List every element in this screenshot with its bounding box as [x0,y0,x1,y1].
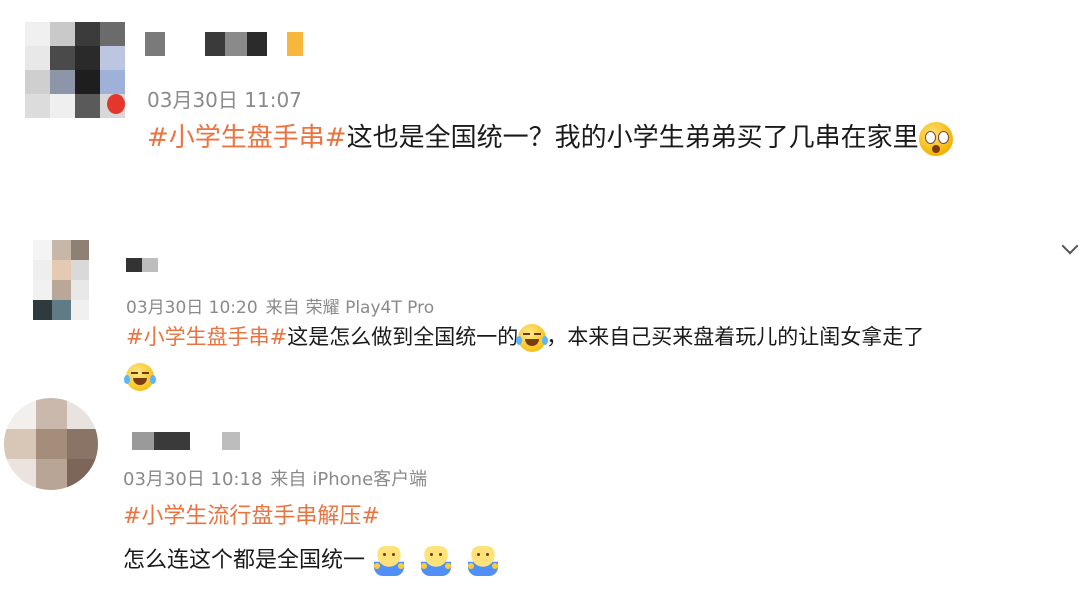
post-text-cont: ，本来自己买来盘着玩儿的让闺女拿走了 [546,325,925,349]
post-meta: 03月30日 10:18 来自 iPhone客户端 [123,465,427,491]
shrug-icon [374,546,405,576]
post-content-line2 [124,361,156,391]
shrug-icon [421,546,452,576]
post-source: iPhone客户端 [312,469,428,490]
chevron-down-icon[interactable] [1061,237,1079,255]
post-time: 03月30日 10:18 [123,469,263,490]
avatar[interactable] [4,398,98,490]
post-source: 荣耀 Play4T Pro [305,298,435,318]
topic-link[interactable]: #小学生盘手串# [126,325,287,349]
crying-laughing-icon [516,324,549,352]
shocked-face-icon [918,121,953,156]
topic-link[interactable]: #小学生流行盘手串解压# [123,504,380,529]
post-text: 这也是全国统一？我的小学生弟弟买了几串在家里 [346,123,919,153]
topic-link[interactable]: #小学生盘手串# [147,123,347,153]
source-prefix: 来自 [270,469,307,490]
post-content: #小学生盘手串#这也是全国统一？我的小学生弟弟买了几串在家里 [147,121,953,156]
post-content: 怎么连这个都是全国统一 [123,545,499,577]
avatar[interactable] [33,240,89,320]
post-text: 怎么连这个都是全国统一 [123,548,366,573]
username[interactable] [132,432,240,450]
shrug-icon [468,546,499,576]
post-time: 03月30日 10:20 [126,298,258,318]
post-meta: 03月30日 11:07 [147,84,310,113]
post-meta: 03月30日 10:20 来自 荣耀 Play4T Pro [126,293,434,318]
post-topic: #小学生流行盘手串解压# [123,501,380,533]
post-time: 03月30日 11:07 [147,88,302,112]
avatar[interactable] [25,22,125,118]
post-text: 这是怎么做到全国统一的 [287,325,519,349]
crying-laughing-icon [124,363,156,391]
username[interactable] [126,258,158,272]
username[interactable] [145,32,303,56]
source-prefix: 来自 [265,298,300,318]
post-content: #小学生盘手串#这是怎么做到全国统一的 ，本来自己买来盘着玩儿的让闺女拿走了 [126,322,924,352]
